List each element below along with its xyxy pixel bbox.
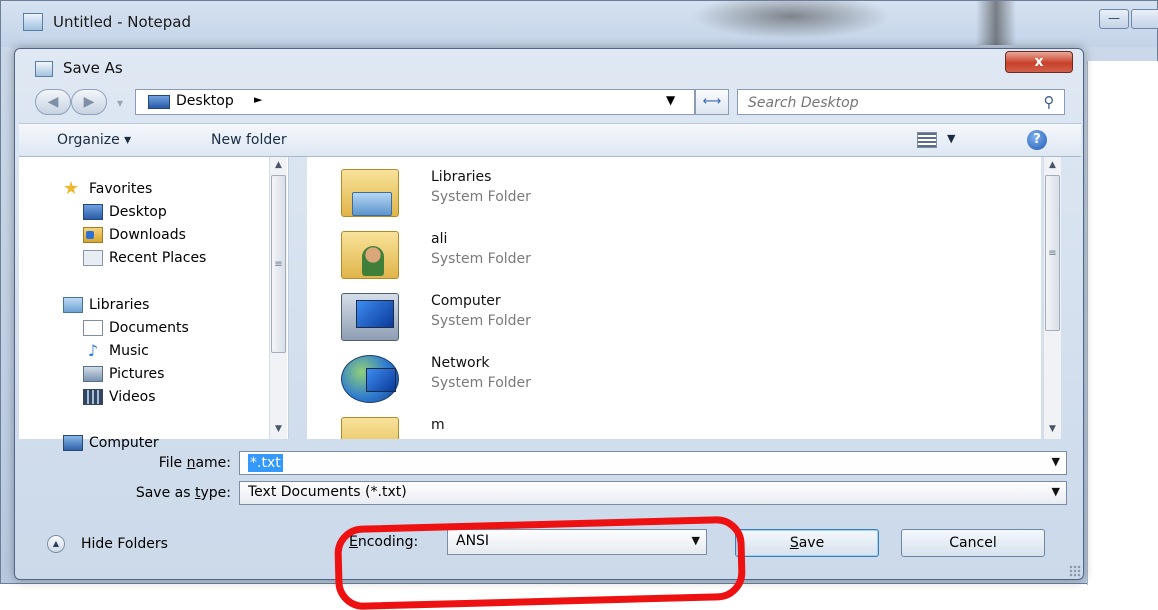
file-item-m[interactable]: m [329, 411, 1029, 439]
file-item-network[interactable]: Network System Folder [329, 349, 1029, 409]
maximize-button[interactable] [1131, 9, 1158, 29]
toolbar: Organize ▾ New folder ▼ ? [19, 123, 1081, 157]
nav-item-label: Music [109, 343, 149, 359]
pictures-icon [83, 366, 103, 382]
file-name-label: File name: [158, 455, 231, 471]
breadcrumb-arrow-icon[interactable]: ► [254, 93, 262, 106]
notepad-icon [23, 13, 43, 31]
scroll-thumb[interactable]: ≡ [1045, 175, 1060, 331]
address-bar[interactable]: Desktop ► ▼ [135, 89, 695, 115]
file-item-ali[interactable]: ali System Folder [329, 225, 1029, 285]
file-type: System Folder [431, 313, 531, 329]
views-dropdown-icon[interactable]: ▼ [947, 132, 955, 145]
back-button[interactable]: ◀ [35, 89, 71, 115]
help-icon[interactable]: ? [1027, 130, 1047, 150]
file-item-computer[interactable]: Computer System Folder [329, 287, 1029, 347]
background-artifact [691, 1, 891, 39]
chevron-up-icon: ▲ [47, 535, 65, 553]
save-as-dialog: Save As x ◀ ▶ ▾ Desktop ► ▼ ⟷ ⚲ Organize… [14, 48, 1084, 610]
new-folder-button[interactable]: New folder [211, 132, 287, 148]
nav-item-label: Computer [89, 435, 159, 451]
scroll-down-icon[interactable]: ▼ [1044, 421, 1061, 437]
address-location[interactable]: Desktop [176, 93, 234, 109]
notepad-text-area[interactable] [1087, 61, 1158, 585]
highlight-annotation [333, 515, 747, 610]
minimize-button[interactable]: — [1099, 9, 1129, 29]
nav-item-label: Desktop [109, 204, 167, 220]
organize-menu[interactable]: Organize ▾ [57, 132, 131, 148]
hide-folders-button[interactable]: ▲ Hide Folders [45, 533, 215, 557]
cancel-button[interactable]: Cancel [901, 529, 1045, 557]
hide-folders-label: Hide Folders [81, 536, 168, 552]
scroll-up-icon[interactable]: ▲ [1044, 157, 1061, 173]
nav-item-label: Favorites [89, 181, 153, 197]
user-folder-icon [341, 231, 399, 279]
folder-icon [341, 417, 399, 439]
computer-icon [63, 435, 83, 451]
file-list-scrollbar[interactable]: ▲ ≡ ▼ [1043, 157, 1061, 439]
file-name: Computer [431, 293, 501, 309]
file-name: Libraries [431, 169, 492, 185]
save-as-type-select[interactable]: Text Documents (*.txt) ▼ [239, 481, 1067, 505]
resize-grip[interactable] [1069, 565, 1081, 577]
documents-icon [83, 320, 103, 336]
file-type: System Folder [431, 251, 531, 267]
nav-item-label: Videos [109, 389, 156, 405]
nav-item-label: Downloads [109, 227, 186, 243]
file-item-libraries[interactable]: Libraries System Folder [329, 163, 1029, 223]
music-icon: ♪ [87, 341, 99, 360]
close-button[interactable]: x [1005, 51, 1073, 73]
videos-icon [83, 389, 103, 405]
libraries-icon [63, 297, 83, 313]
chevron-down-icon[interactable]: ▼ [1052, 455, 1060, 468]
libraries-icon [341, 169, 399, 217]
views-icon[interactable] [917, 132, 937, 148]
file-name: m [431, 417, 445, 433]
save-as-type-label: Save as type: [135, 485, 231, 501]
scroll-thumb[interactable]: ≡ [271, 175, 286, 353]
file-name-field[interactable]: *.txt [248, 454, 283, 472]
scroll-up-icon[interactable]: ▲ [270, 157, 287, 173]
file-list-pane: Libraries System Folder ali System Folde… [307, 157, 1041, 439]
chevron-down-icon[interactable]: ▼ [1052, 485, 1060, 498]
recent-locations-dropdown[interactable]: ▾ [109, 95, 131, 111]
nav-item-label: Documents [109, 320, 189, 336]
nav-item-label: Recent Places [109, 250, 207, 266]
search-box[interactable]: ⚲ [737, 89, 1065, 115]
star-icon: ★ [63, 178, 80, 199]
file-name-combobox[interactable]: *.txt ▼ [239, 451, 1067, 475]
nav-pane-scrollbar[interactable]: ▲ ≡ ▼ [269, 157, 287, 439]
nav-item-label: Pictures [109, 366, 165, 382]
background-artifact [976, 1, 1016, 45]
nav-item-label: Libraries [89, 297, 150, 313]
downloads-icon [83, 227, 103, 243]
dialog-title: Save As [63, 59, 123, 77]
notepad-title: Untitled - Notepad [53, 13, 192, 31]
refresh-button[interactable]: ⟷ [695, 89, 729, 115]
search-icon[interactable]: ⚲ [1040, 93, 1058, 111]
network-icon [341, 355, 399, 403]
navigation-pane: ★ Favorites Desktop Downloads Recent Pla… [19, 157, 289, 451]
file-name: ali [431, 231, 448, 247]
file-type: System Folder [431, 375, 531, 391]
file-type: System Folder [431, 189, 531, 205]
scroll-down-icon[interactable]: ▼ [270, 421, 287, 437]
dialog-icon [35, 61, 53, 77]
file-name: Network [431, 355, 490, 371]
recent-places-icon [83, 250, 103, 266]
desktop-icon [148, 95, 170, 109]
notepad-titlebar: Untitled - Notepad — [1, 1, 1158, 47]
address-dropdown-icon[interactable]: ▼ [666, 93, 675, 107]
save-as-type-value: Text Documents (*.txt) [248, 484, 407, 500]
forward-button[interactable]: ▶ [71, 89, 107, 115]
save-button[interactable]: Save [735, 529, 879, 557]
computer-icon [341, 293, 399, 341]
search-input[interactable] [746, 93, 1026, 113]
desktop-icon [83, 204, 103, 220]
